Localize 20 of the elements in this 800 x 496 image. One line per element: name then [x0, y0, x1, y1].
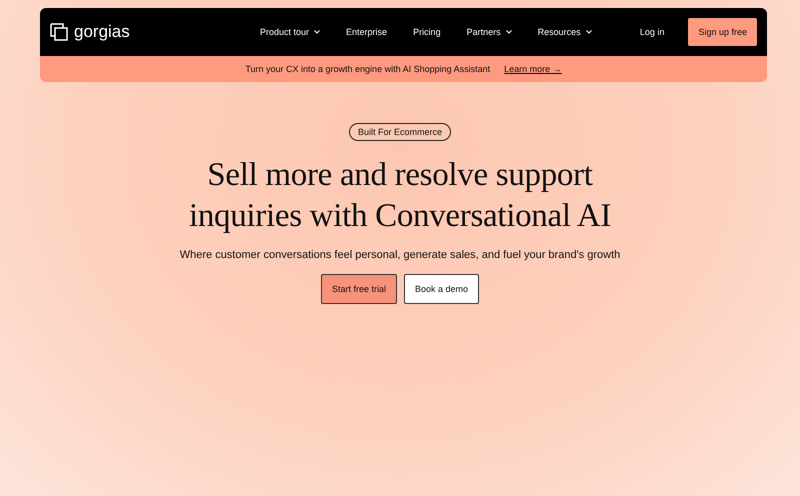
category-badge: Built For Ecommerce: [348, 123, 452, 141]
nav-link[interactable]: Product tour: [260, 27, 320, 37]
nav-link[interactable]: Resources: [538, 27, 592, 37]
logo-text[interactable]: gorgias: [74, 22, 130, 42]
learn-more-link[interactable]: Learn more →: [504, 64, 562, 74]
promo-text: Turn your CX into a growth engine with AI Shopping Assistant: [245, 64, 490, 74]
signup-button[interactable]: Sign up free: [688, 18, 757, 46]
headline: inquiries with Conversational AI: [188, 197, 612, 236]
nav-link[interactable]: Enterprise: [346, 27, 388, 37]
chevron-icon: [506, 30, 512, 34]
demo-button[interactable]: Book a demo: [404, 274, 480, 304]
trial-button[interactable]: Start free trial: [320, 274, 397, 304]
chevron-icon: [586, 30, 592, 34]
chevron-icon: [314, 30, 320, 34]
login-link[interactable]: Log in: [634, 26, 670, 38]
logo-icon: [50, 23, 68, 41]
nav-link[interactable]: Partners: [466, 27, 512, 37]
nav-link[interactable]: Pricing: [413, 27, 441, 37]
headline: Sell more and resolve support: [206, 156, 594, 195]
subtitle: Where customer conversations feel personal, generate sales, and fuel your brand's growth: [180, 249, 620, 261]
